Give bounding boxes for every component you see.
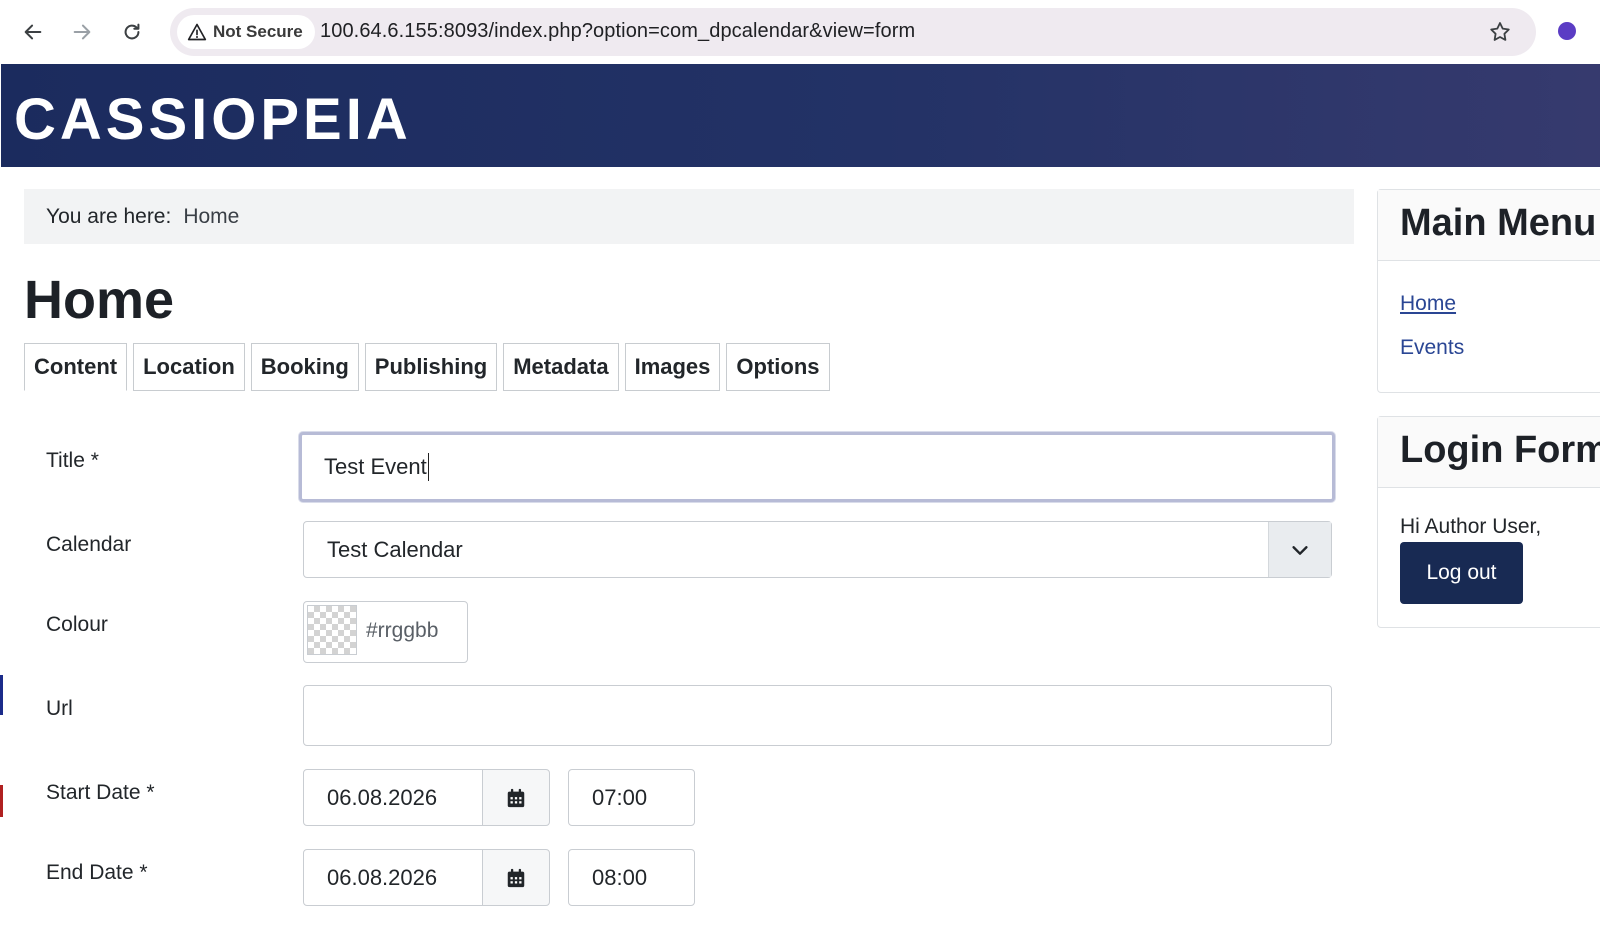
tab-location[interactable]: Location <box>133 343 245 391</box>
page-title: Home <box>24 270 175 330</box>
calendar-label: Calendar <box>46 533 132 556</box>
main-menu-header: Main Menu <box>1378 190 1600 261</box>
login-form-card: Login Form Hi Author User, Log out <box>1377 416 1600 628</box>
start-time-input[interactable]: 07:00 <box>568 769 695 826</box>
tab-options[interactable]: Options <box>726 343 830 391</box>
back-button[interactable] <box>15 14 51 50</box>
forward-arrow-icon <box>73 24 91 40</box>
site-header: CASSIOPEIA <box>1 64 1600 167</box>
address-bar[interactable]: Not Secure 100.64.6.155:8093/index.php?o… <box>170 8 1536 56</box>
end-time-input[interactable]: 08:00 <box>568 849 695 906</box>
security-label: Not Secure <box>213 22 303 41</box>
calendar-icon <box>507 788 525 807</box>
login-form-title: Login Form <box>1400 429 1600 471</box>
start-time-value: 07:00 <box>592 784 648 810</box>
tab-booking[interactable]: Booking <box>250 343 359 391</box>
title-value: Test Event <box>324 454 427 479</box>
text-caret <box>427 453 429 481</box>
end-time-value: 08:00 <box>592 864 648 890</box>
back-arrow-icon <box>24 24 42 40</box>
title-label: Title * <box>46 449 99 472</box>
tab-content[interactable]: Content <box>24 343 128 391</box>
logout-button[interactable]: Log out <box>1400 542 1523 604</box>
end-date-calendar-button[interactable] <box>482 849 550 906</box>
colour-label: Colour <box>46 613 108 636</box>
login-form-header: Login Form <box>1378 417 1600 488</box>
end-date-value: 06.08.2026 <box>327 864 438 890</box>
select-toggle[interactable] <box>1268 522 1331 577</box>
colour-swatch[interactable] <box>307 605 357 655</box>
main-menu-title: Main Menu <box>1400 202 1597 244</box>
breadcrumb-item-home: Home <box>183 204 240 228</box>
star-icon[interactable] <box>1488 20 1512 44</box>
start-date-calendar-button[interactable] <box>482 769 550 826</box>
calendar-select[interactable]: Test Calendar <box>303 521 1332 578</box>
security-chip[interactable]: Not Secure <box>177 15 315 49</box>
extension-icon[interactable] <box>1558 22 1576 40</box>
breadcrumb-label: You are here: <box>46 204 172 228</box>
reload-icon <box>124 23 140 40</box>
start-date-input[interactable]: 06.08.2026 <box>303 769 483 826</box>
end-date-label: End Date * <box>46 861 148 884</box>
colour-picker[interactable]: #rrggbb <box>303 601 468 663</box>
start-date-value: 06.08.2026 <box>327 784 438 810</box>
tab-publishing[interactable]: Publishing <box>364 343 498 391</box>
browser-toolbar: Not Secure 100.64.6.155:8093/index.php?o… <box>0 0 1600 64</box>
main-menu-card: Main Menu Home Events <box>1377 189 1600 393</box>
breadcrumb: You are here: Home <box>24 189 1354 244</box>
site-brand[interactable]: CASSIOPEIA <box>14 90 412 150</box>
start-date-label: Start Date * <box>46 781 155 804</box>
title-input[interactable]: Test Event <box>299 432 1335 502</box>
edge-strip <box>0 675 3 715</box>
reload-button[interactable] <box>114 14 150 50</box>
greeting-text: Hi Author User, <box>1400 515 1542 538</box>
form-tabs: Content Location Booking Publishing Meta… <box>24 343 836 391</box>
url-input[interactable] <box>303 685 1332 746</box>
calendar-icon <box>507 868 525 887</box>
warning-icon <box>187 23 207 41</box>
end-date-input[interactable]: 06.08.2026 <box>303 849 483 906</box>
tab-metadata[interactable]: Metadata <box>503 343 619 391</box>
tab-images[interactable]: Images <box>624 343 721 391</box>
url-text[interactable]: 100.64.6.155:8093/index.php?option=com_d… <box>320 20 915 43</box>
colour-input[interactable]: #rrggbb <box>366 619 438 643</box>
edge-strip <box>0 785 3 817</box>
menu-item-events[interactable]: Events <box>1400 336 1464 360</box>
url-label: Url <box>46 697 73 720</box>
menu-item-home[interactable]: Home <box>1400 292 1456 316</box>
forward-button[interactable] <box>64 14 100 50</box>
calendar-value: Test Calendar <box>327 536 463 562</box>
chevron-down-icon <box>1292 545 1308 555</box>
